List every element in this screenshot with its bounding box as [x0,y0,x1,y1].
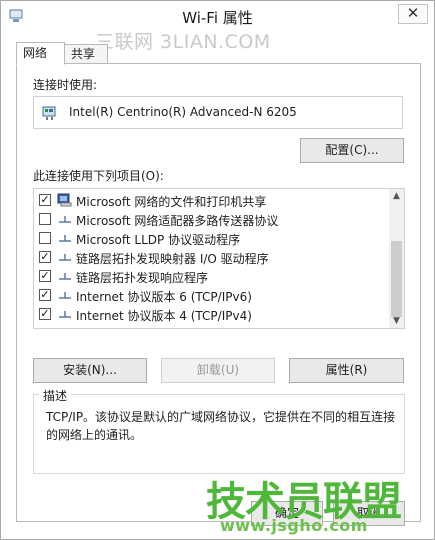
protocol-icon [59,292,71,299]
item-label: Internet 协议版本 4 (TCP/IPv4) [76,309,252,323]
properties-dialog: Wi-Fi 属性 ✕ 三联网 3LIAN.COM 网络 共享 连接时使用: In… [0,0,435,540]
watermark-text: 三联网 3LIAN.COM [95,31,271,53]
checkbox[interactable]: ✓ [39,289,51,301]
window-title: Wi-Fi 属性 [182,9,253,27]
list-item[interactable]: ✓ Microsoft 网络的文件和打印机共享 [34,191,389,210]
description-title: 描述 [39,387,72,404]
item-label: Microsoft LLDP 协议驱动程序 [76,233,241,247]
list-item[interactable]: ✓ Internet 协议版本 4 (TCP/IPv4) [34,305,389,324]
checkbox[interactable] [39,213,51,225]
protocol-icon [59,273,71,280]
scroll-thumb[interactable] [391,241,402,317]
item-label: Microsoft 网络的文件和打印机共享 [76,195,267,209]
properties-button[interactable]: 属性(R) [289,358,404,383]
list-item[interactable]: ✓ 链路层拓扑发现响应程序 [34,267,389,286]
items-list[interactable]: ✓ Microsoft 网络的文件和打印机共享 Microsoft 网络适配器多… [33,188,405,329]
checkbox[interactable]: ✓ [39,251,51,263]
item-label: Microsoft 网络适配器多路传送器协议 [76,214,279,228]
item-label: Internet 协议版本 6 (TCP/IPv6) [76,290,252,304]
tab-sharing[interactable]: 共享 [64,44,108,64]
connect-using-label: 连接时使用: [33,78,98,92]
protocol-icon [59,235,71,242]
item-label: 链路层拓扑发现响应程序 [76,271,209,285]
protocol-icon [59,254,71,261]
scroll-down-arrow-icon[interactable]: ▼ [392,317,401,326]
checkbox[interactable]: ✓ [39,194,51,206]
items-label: 此连接使用下列项目(O): [33,169,164,183]
protocol-icon [59,311,71,318]
scroll-up-arrow-icon[interactable]: ▲ [392,192,401,201]
list-item[interactable]: ✓ 链路层拓扑发现映射器 I/O 驱动程序 [34,248,389,267]
protocol-icon [59,216,71,223]
watermark-logo: 技术员联盟 www.jsgho.com [206,469,406,539]
scrollbar[interactable]: ▲ ▼ [389,189,404,328]
uninstall-button[interactable]: 卸载(U) [161,358,275,383]
checkbox[interactable] [39,232,51,244]
adapter-name: Intel(R) Centrino(R) Advanced-N 6205 [69,105,297,119]
install-button[interactable]: 安装(N)... [33,358,147,383]
tab-network[interactable]: 网络 [16,42,65,65]
watermark-logo-url: www.jsgho.com [220,516,368,535]
list-item[interactable]: Microsoft 网络适配器多路传送器协议 [34,210,389,229]
adapter-field: Intel(R) Centrino(R) Advanced-N 6205 [33,96,403,129]
close-button[interactable]: ✕ [398,4,428,24]
list-item[interactable]: ✓ Internet 协议版本 6 (TCP/IPv6) [34,286,389,305]
network-card-icon [42,106,56,120]
item-label: 链路层拓扑发现映射器 I/O 驱动程序 [76,252,269,266]
checkbox[interactable]: ✓ [39,270,51,282]
list-item[interactable]: Microsoft LLDP 协议驱动程序 [34,229,389,248]
printer-share-icon [57,193,72,207]
checkbox[interactable]: ✓ [39,308,51,320]
configure-button[interactable]: 配置(C)... [300,138,404,163]
description-text: TCP/IP。该协议是默认的广域网络协议，它提供在不同的相互连接的网络上的通讯。 [46,410,396,442]
